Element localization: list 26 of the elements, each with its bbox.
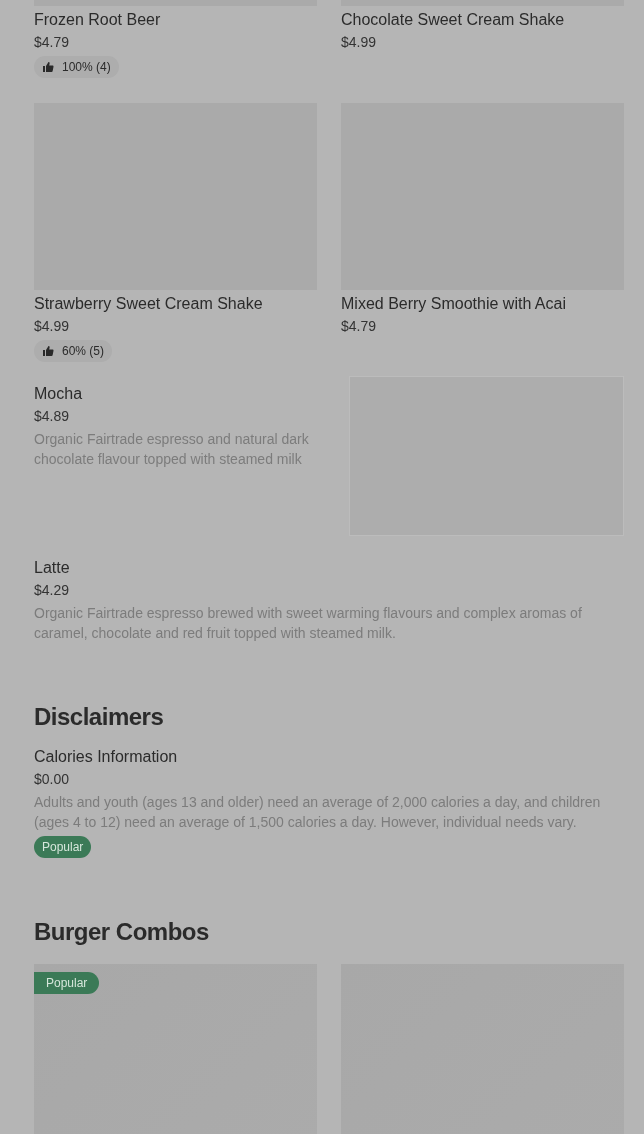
item-name[interactable]: Strawberry Sweet Cream Shake: [34, 294, 317, 314]
item-price: $0.00: [34, 770, 71, 788]
thumbs-up-icon: [42, 61, 54, 73]
item-description: Adults and youth (ages 13 and older) need an average of 2,000 calories a day, and children (ages 4 to 12) need an average of 1,500 calories a day. However, individual needs vary.: [34, 793, 602, 832]
item-name[interactable]: Mocha: [34, 384, 317, 404]
section-heading: Burger Combos: [34, 918, 210, 946]
item-name[interactable]: Mixed Berry Smoothie with Acai: [341, 294, 624, 314]
item-description: Organic Fairtrade espresso brewed with sweet warming flavours and complex aromas of caramel, chocolate and red fruit topped with steamed milk.: [34, 604, 583, 643]
item-price: $4.29: [34, 581, 71, 599]
item-name[interactable]: Chocolate Sweet Cream Shake: [341, 10, 624, 30]
item-name[interactable]: Frozen Root Beer: [34, 10, 317, 30]
item-price: $4.99: [34, 317, 71, 335]
item-image[interactable]: Popular: [34, 964, 317, 1134]
section-heading: Disclaimers: [34, 703, 165, 731]
thumbs-up-icon: [42, 345, 54, 357]
item-price: $4.89: [34, 407, 71, 425]
popular-badge: Popular: [34, 836, 92, 858]
rating-text: 100% (4): [62, 60, 111, 74]
item-name[interactable]: Calories Information: [34, 747, 624, 767]
item-price: $4.79: [341, 317, 378, 335]
item-price: $4.79: [34, 33, 71, 51]
item-price: $4.99: [341, 33, 378, 51]
item-description: Organic Fairtrade espresso and natural dark chocolate flavour topped with steamed milk: [34, 430, 310, 469]
item-name[interactable]: Latte: [34, 558, 624, 578]
rating-text: 60% (5): [62, 344, 105, 358]
popular-badge: Popular: [34, 972, 100, 994]
